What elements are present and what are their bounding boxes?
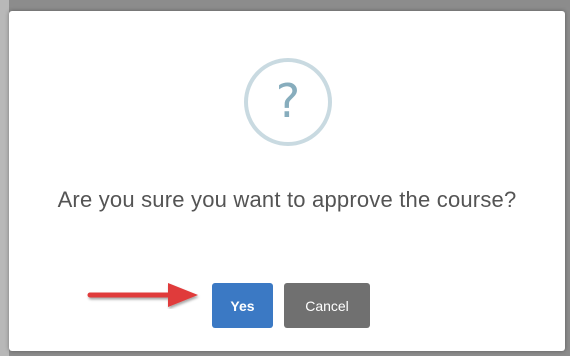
question-mark-glyph: ? (275, 74, 301, 128)
modal-backdrop: ? Are you sure you want to approve the c… (0, 0, 570, 356)
cancel-button[interactable]: Cancel (284, 283, 370, 328)
question-mark-icon: ? (244, 58, 332, 146)
background-page-edge (0, 0, 9, 356)
confirmation-message: Are you sure you want to approve the cou… (57, 187, 517, 212)
red-arrow-icon (87, 283, 198, 307)
yes-button[interactable]: Yes (212, 283, 273, 328)
